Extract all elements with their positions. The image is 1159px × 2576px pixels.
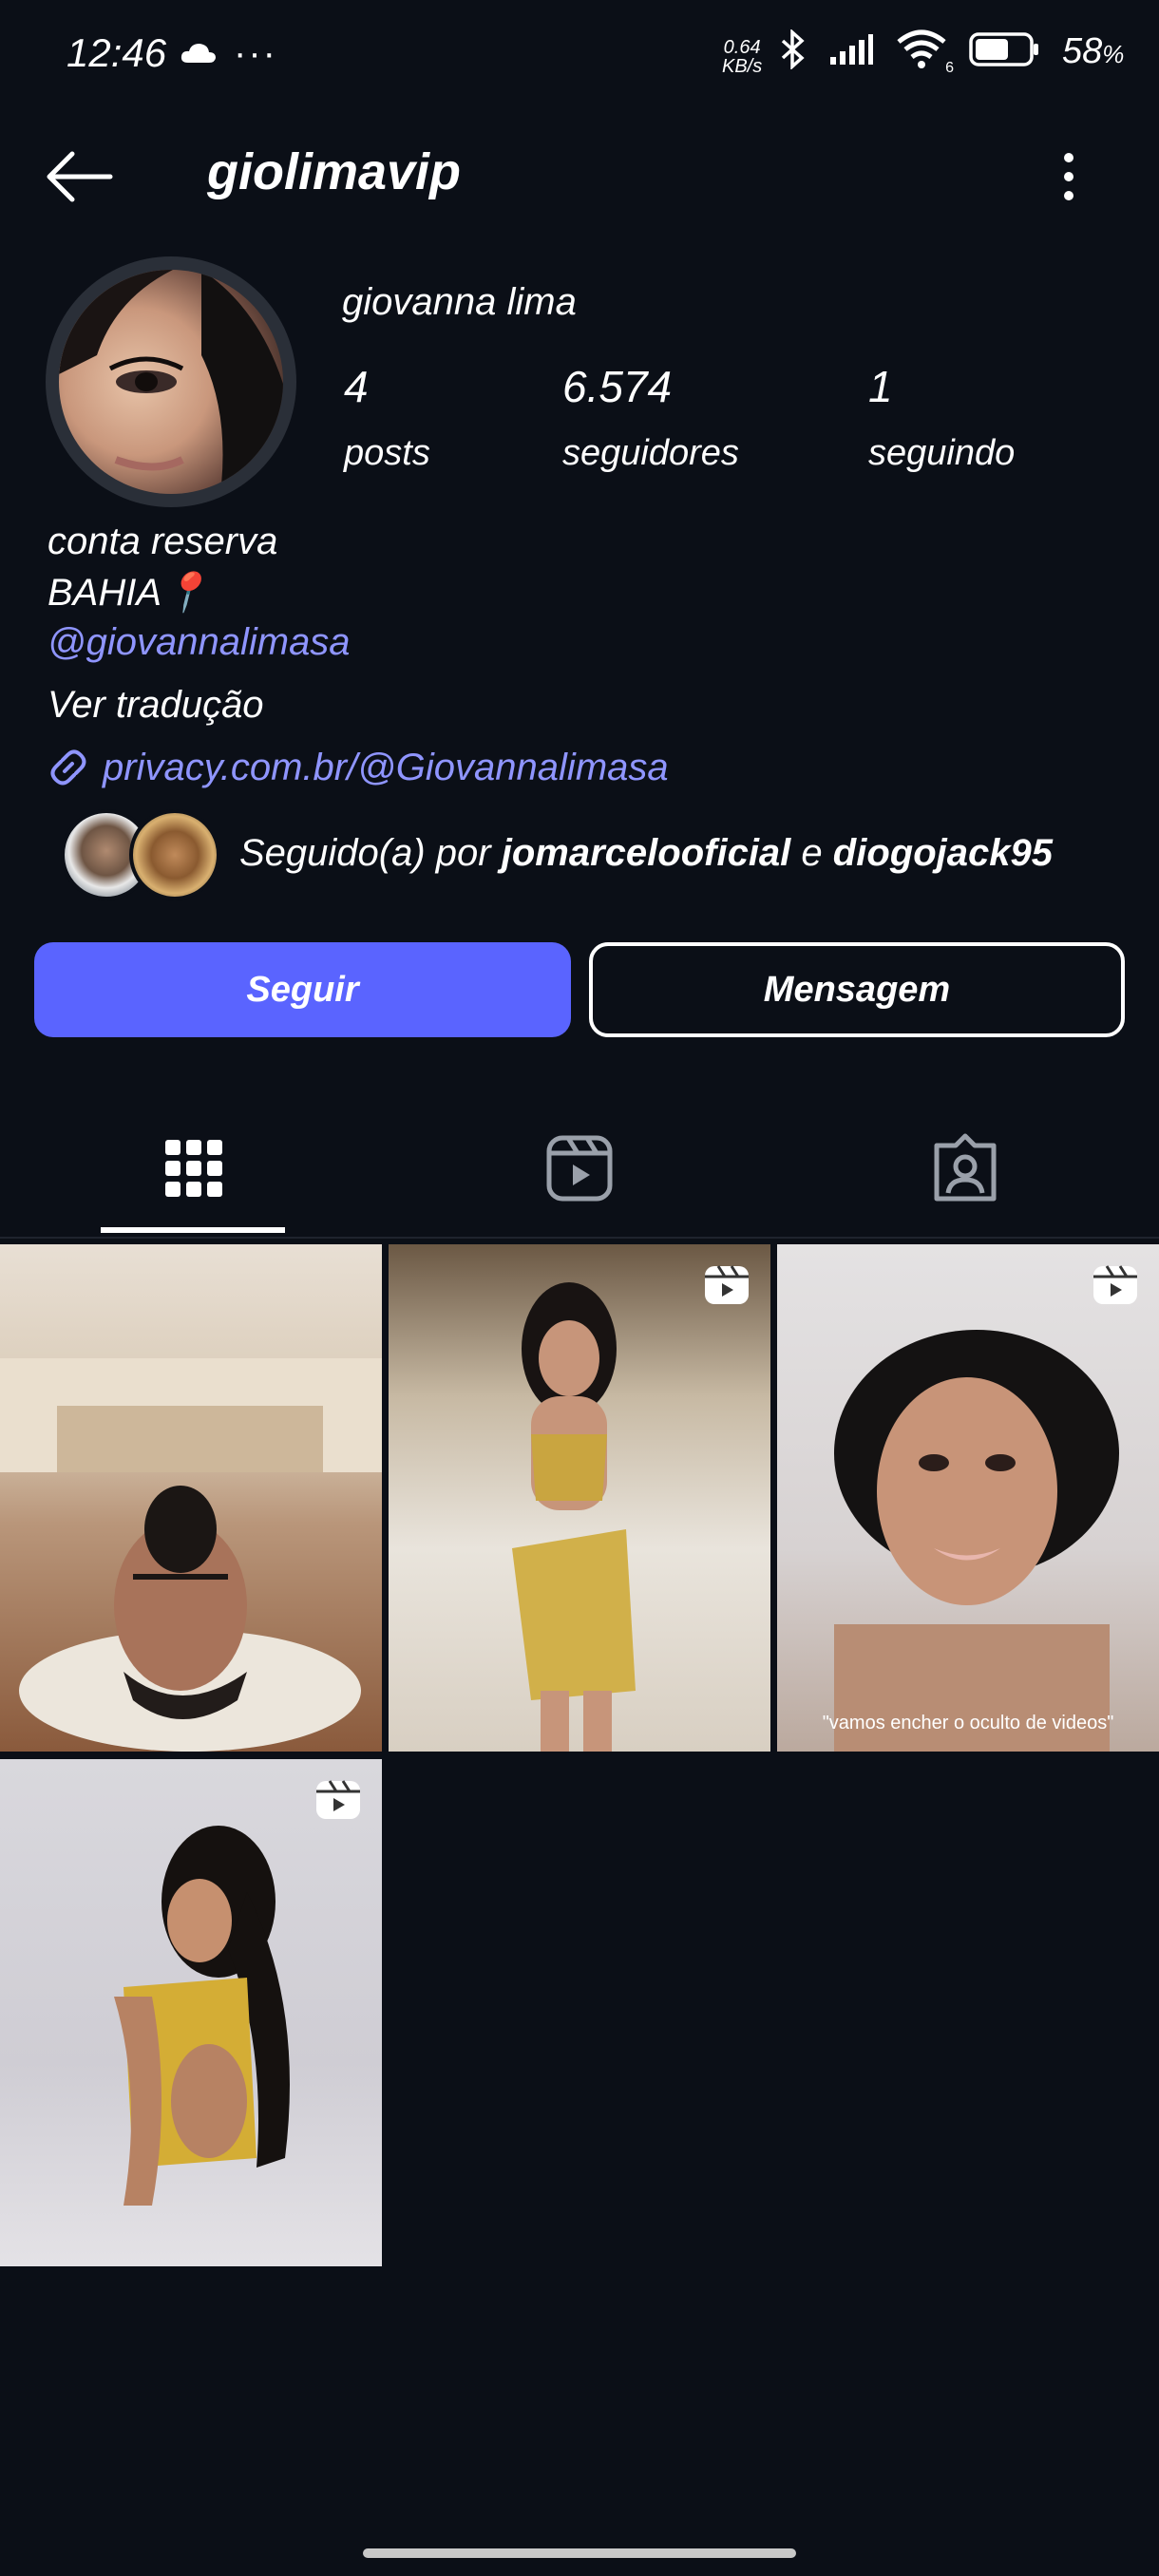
profile-avatar[interactable] [46,256,296,507]
post-thumbnail [0,1358,382,1752]
tab-reels[interactable] [542,1130,618,1206]
grid-post[interactable] [0,1244,382,1752]
posts-count[interactable]: 4 [344,361,369,412]
following-label[interactable]: seguindo [868,433,1015,474]
signal-icon [828,32,874,71]
grid-post[interactable] [0,1759,382,2266]
grid-post[interactable] [389,1244,770,1752]
followers-count[interactable]: 6.574 [562,361,672,412]
profile-username: giolimavip [207,143,462,200]
post-caption-overlay: "vamos encher o oculto de videos" [822,1713,1114,1733]
reel-badge-icon [316,1780,360,1819]
followed-by-user[interactable]: diogojack95 [833,832,1053,874]
bio-line: conta reserva [48,521,278,562]
reels-icon [546,1135,613,1202]
battery-value: 58 [1062,31,1103,71]
followed-by-text[interactable]: Seguido(a) por jomarcelooficial e diogoj… [239,832,1053,875]
followers-label[interactable]: seguidores [562,433,739,474]
home-indicator[interactable] [363,2548,796,2558]
tab-tagged[interactable] [927,1130,1003,1206]
followed-by-user[interactable]: jomarcelooficial [502,832,791,874]
post-thumbnail [834,1330,1119,1752]
bio-line: BAHIA📍 [48,572,209,614]
network-speed-value: 0.64 [723,37,761,58]
bio-mention[interactable]: @giovannalimasa [48,621,351,664]
back-arrow-icon[interactable] [44,148,116,205]
mutual-avatar [129,809,220,900]
display-name: giovanna lima [342,281,577,323]
notification-dots: ··· [234,32,277,74]
bluetooth-icon [779,28,808,74]
following-count[interactable]: 1 [868,361,893,412]
avatar-photo [59,270,283,494]
tagged-icon [934,1133,997,1202]
active-tab-indicator [101,1227,285,1233]
grid-icon [165,1140,222,1197]
tabs-divider [0,1237,1159,1239]
mutual-followers-avatars[interactable] [61,809,220,900]
battery-unit: % [1102,40,1125,68]
bio-website-link[interactable]: privacy.com.br/@Giovannalimasa [103,747,669,789]
more-options-icon[interactable] [1054,148,1083,205]
followed-by-prefix: Seguido(a) por [239,832,491,874]
battery-percent: 58% [1062,31,1124,72]
message-button[interactable]: Mensagem [589,942,1125,1037]
battery-icon [969,31,1041,72]
wifi-badge: 6 [945,60,954,76]
link-icon [46,745,91,790]
tab-grid[interactable] [156,1130,232,1206]
grid-post[interactable]: "vamos encher o oculto de videos" [777,1244,1159,1752]
wifi-icon: 6 [895,28,954,76]
reel-badge-icon [1093,1265,1137,1304]
post-thumbnail [114,1826,290,2206]
posts-label[interactable]: posts [344,433,430,474]
post-thumbnail [512,1282,636,1752]
cloud-icon [180,42,217,69]
network-speed-unit: KB/s [722,56,763,77]
status-time: 12:46 [66,30,167,75]
reel-badge-icon [705,1265,749,1304]
translate-link[interactable]: Ver tradução [48,684,264,727]
followed-by-join: e [801,832,823,874]
follow-button[interactable]: Seguir [34,942,571,1037]
status-icons: 6 58% [779,28,1124,76]
network-speed: 0.64 KB/s [722,38,762,76]
